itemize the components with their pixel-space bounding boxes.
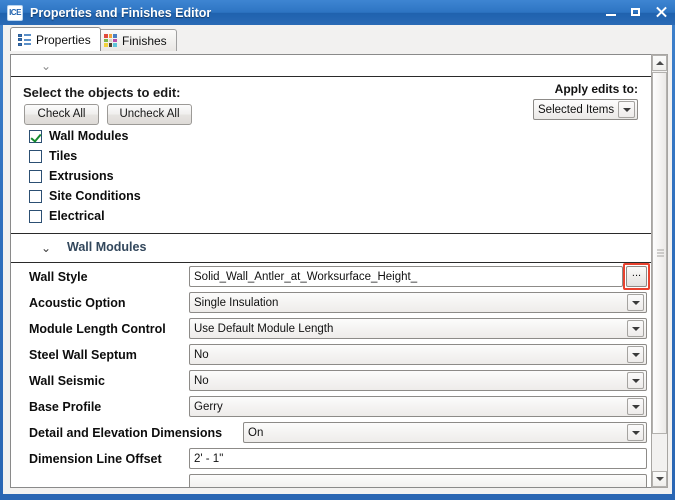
property-row-dimension-line-offset: Dimension Line Offset 2' - 1" — [11, 446, 664, 472]
steel-wall-septum-select[interactable]: No — [189, 344, 647, 365]
app-icon: ICE — [7, 4, 23, 21]
tab-finishes-label: Finishes — [122, 33, 167, 48]
chevron-down-icon[interactable] — [627, 424, 644, 441]
property-label: Module Length Control — [29, 322, 166, 336]
select-objects-heading: Select the objects to edit: — [23, 85, 181, 100]
dimension-line-offset-input[interactable]: 2' - 1" — [189, 448, 647, 469]
checkbox-label: Site Conditions — [49, 189, 141, 203]
tab-properties[interactable]: Properties — [10, 27, 101, 51]
next-property-select[interactable] — [189, 474, 647, 487]
chevron-down-icon[interactable] — [618, 101, 635, 118]
property-label: Detail and Elevation Dimensions — [29, 426, 223, 440]
checkbox-label: Extrusions — [49, 169, 114, 183]
chevron-down-icon[interactable]: ⌄ — [41, 242, 51, 254]
title-bar: ICE Properties and Finishes Editor — [0, 0, 675, 25]
maximize-icon[interactable] — [629, 5, 644, 20]
property-label: Wall Seismic — [29, 374, 105, 388]
detail-and-elevation-dimensions-select[interactable]: On — [243, 422, 647, 443]
properties-and-finishes-editor-window: ICE Properties and Finishes Editor Prope… — [0, 0, 675, 500]
property-row-wall-seismic: Wall Seismic No — [11, 368, 664, 394]
top-collapse-row[interactable]: ⌄ — [11, 55, 664, 77]
property-label: Steel Wall Septum — [29, 348, 137, 362]
list-icon — [18, 33, 31, 46]
browse-button-highlight — [623, 263, 650, 290]
checkbox-icon[interactable] — [29, 169, 42, 183]
triangle-down-icon — [655, 477, 664, 481]
detail-and-elevation-dimensions-value: On — [248, 426, 264, 439]
color-grid-icon — [104, 34, 117, 47]
triangle-up-icon — [655, 61, 664, 65]
group-header-wall-modules[interactable]: ⌄ Wall Modules — [11, 234, 664, 262]
wall-seismic-select[interactable]: No — [189, 370, 647, 391]
checkbox-tiles[interactable]: Tiles — [29, 149, 77, 163]
property-row-wall-style: Wall Style Solid_Wall_Antler_at_Worksurf… — [11, 263, 664, 290]
window-controls — [604, 0, 669, 25]
chevron-down-icon[interactable]: ⌄ — [41, 60, 51, 72]
editor-panel: ⌄ Select the objects to edit: Check All … — [10, 54, 665, 488]
module-length-control-value: Use Default Module Length — [194, 322, 334, 335]
property-row-module-length-control: Module Length Control Use Default Module… — [11, 316, 664, 342]
base-profile-value: Gerry — [194, 400, 223, 413]
chevron-down-icon[interactable] — [627, 398, 644, 415]
checkbox-extrusions[interactable]: Extrusions — [29, 169, 114, 183]
checkbox-label: Wall Modules — [49, 129, 129, 143]
chevron-down-icon[interactable] — [627, 372, 644, 389]
apply-edits-value: Selected Items — [538, 103, 615, 116]
acoustic-option-value: Single Insulation — [194, 296, 279, 309]
panel-bottom-edge — [10, 488, 665, 490]
property-label: Base Profile — [29, 400, 102, 414]
property-row-steel-wall-septum: Steel Wall Septum No — [11, 342, 664, 368]
scrollbar-thumb[interactable] — [652, 72, 667, 434]
property-row-partial — [11, 472, 664, 487]
apply-edits-label: Apply edits to: — [554, 82, 638, 96]
close-icon[interactable] — [654, 5, 669, 20]
checkbox-label: Electrical — [49, 209, 105, 223]
uncheck-all-button[interactable]: Uncheck All — [107, 104, 192, 125]
checkbox-icon[interactable] — [29, 189, 42, 203]
chevron-down-icon[interactable] — [627, 294, 644, 311]
vertical-scrollbar[interactable] — [651, 54, 668, 488]
tab-finishes[interactable]: Finishes — [96, 29, 177, 51]
divider — [11, 262, 664, 263]
wall-seismic-value: No — [194, 374, 209, 387]
client-area: Properties Finishes ⌄ Select the objects… — [3, 25, 672, 494]
acoustic-option-select[interactable]: Single Insulation — [189, 292, 647, 313]
checkbox-icon[interactable] — [29, 209, 42, 223]
checkbox-electrical[interactable]: Electrical — [29, 209, 105, 223]
chevron-down-icon[interactable] — [627, 320, 644, 337]
scroll-up-button[interactable] — [652, 55, 667, 71]
wall-style-value: Solid_Wall_Antler_at_Worksurface_Height_ — [194, 270, 418, 283]
property-row-base-profile: Base Profile Gerry — [11, 394, 664, 420]
steel-wall-septum-value: No — [194, 348, 209, 361]
checkbox-label: Tiles — [49, 149, 78, 163]
chevron-down-icon[interactable] — [627, 346, 644, 363]
apply-edits-select[interactable]: Selected Items — [533, 99, 638, 120]
tab-strip: Properties Finishes — [3, 25, 672, 51]
wall-style-input[interactable]: Solid_Wall_Antler_at_Worksurface_Height_ — [189, 266, 623, 287]
group-header-label: Wall Modules — [67, 240, 147, 254]
check-all-button[interactable]: Check All — [24, 104, 99, 125]
property-row-detail-and-elevation-dimensions: Detail and Elevation Dimensions On — [11, 420, 664, 446]
property-label: Acoustic Option — [29, 296, 126, 310]
module-length-control-select[interactable]: Use Default Module Length — [189, 318, 647, 339]
checkbox-site-conditions[interactable]: Site Conditions — [29, 189, 141, 203]
property-label: Wall Style — [29, 270, 88, 284]
scroll-down-button[interactable] — [652, 471, 667, 487]
checkbox-icon[interactable] — [29, 129, 42, 143]
minimize-icon[interactable] — [604, 5, 619, 20]
property-row-acoustic-option: Acoustic Option Single Insulation — [11, 290, 664, 316]
property-label: Dimension Line Offset — [29, 452, 162, 466]
checkbox-icon[interactable] — [29, 149, 42, 163]
grip-icon — [657, 249, 664, 257]
window-title: Properties and Finishes Editor — [30, 5, 212, 20]
dimension-line-offset-value: 2' - 1" — [194, 452, 224, 465]
checkbox-wall-modules[interactable]: Wall Modules — [29, 129, 128, 143]
base-profile-select[interactable]: Gerry — [189, 396, 647, 417]
tab-properties-label: Properties — [36, 32, 91, 47]
